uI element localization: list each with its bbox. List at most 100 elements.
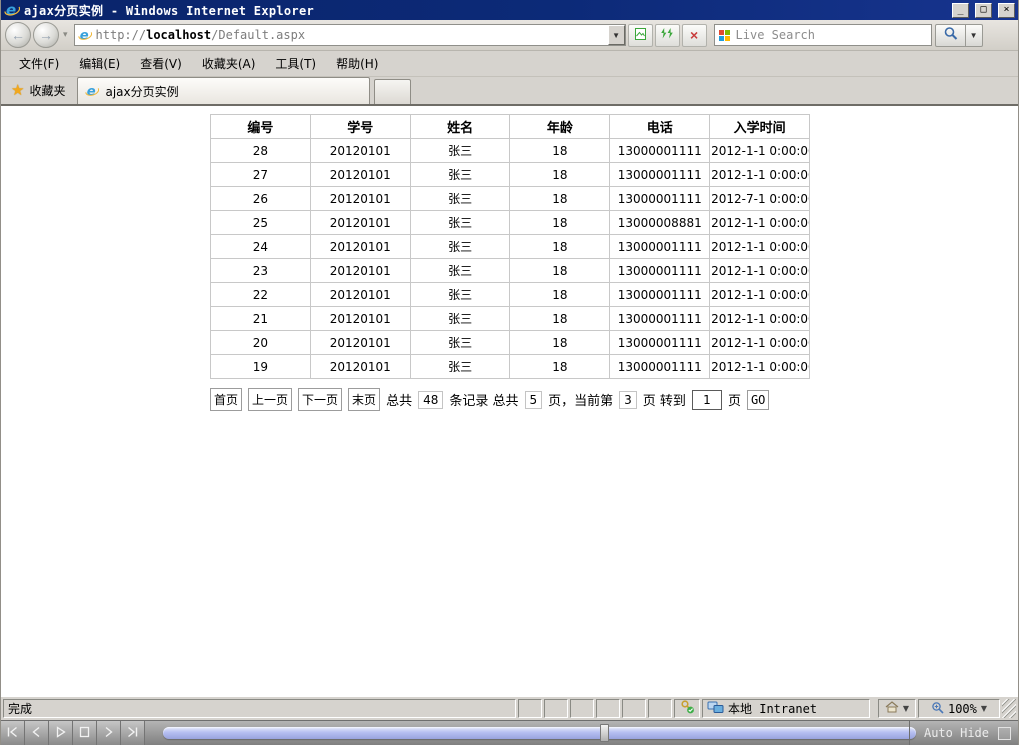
- menu-tools[interactable]: 工具(T): [265, 51, 326, 76]
- go-button[interactable]: GO: [747, 390, 769, 410]
- table-cell: 13000001111: [610, 187, 710, 211]
- header-age: 年龄: [510, 115, 610, 139]
- ie-logo-icon: e: [4, 2, 20, 18]
- status-panel: [544, 699, 568, 718]
- player-first-button[interactable]: [1, 721, 25, 745]
- browser-window: e ajax分页实例 - Windows Internet Explorer _…: [0, 0, 1019, 745]
- menu-bar: 文件(F) 编辑(E) 查看(V) 收藏夹(A) 工具(T) 帮助(H): [1, 51, 1018, 77]
- player-stop-button[interactable]: [73, 721, 97, 745]
- table-cell: 18: [510, 283, 610, 307]
- address-bar[interactable]: e http://localhost/Default.aspx ▼: [74, 24, 626, 46]
- maximize-button[interactable]: □: [975, 3, 992, 18]
- menu-help[interactable]: 帮助(H): [326, 51, 388, 76]
- table-row: 2520120101张三18130000088812012-1-1 0:00:0…: [211, 211, 810, 235]
- stop-icon: ×: [690, 28, 698, 42]
- player-last-button[interactable]: [121, 721, 145, 745]
- scrubber-thumb[interactable]: [600, 724, 609, 742]
- network-icon: [707, 701, 724, 717]
- forward-button[interactable]: →: [33, 22, 59, 48]
- prev-page-button[interactable]: 上一页: [248, 388, 292, 411]
- favorites-tab-bar: ★ 收藏夹 e ajax分页实例: [1, 77, 1018, 106]
- table-cell: 张三: [410, 283, 510, 307]
- pagination-bar: 首页 上一页 下一页 末页 总共 48 条记录 总共 5 页，当前第 3 页 转…: [210, 388, 1018, 411]
- stop-button[interactable]: ×: [682, 24, 707, 47]
- table-cell: 20120101: [310, 139, 410, 163]
- first-page-button[interactable]: 首页: [210, 388, 242, 411]
- refresh-button[interactable]: [655, 24, 680, 47]
- menu-favorites[interactable]: 收藏夹(A): [192, 51, 266, 76]
- status-bar: 完成 本地 Intranet ▼ 100% ▼: [1, 696, 1018, 720]
- window-title: ajax分页实例 - Windows Internet Explorer: [24, 2, 946, 19]
- player-next-button[interactable]: [97, 721, 121, 745]
- table-cell: 24: [211, 235, 311, 259]
- stop-square-icon: [78, 726, 91, 741]
- svg-text:e: e: [87, 84, 96, 98]
- player-scrubber[interactable]: [163, 727, 916, 739]
- status-panel: [596, 699, 620, 718]
- last-page-button[interactable]: 末页: [348, 388, 380, 411]
- search-options-dropdown[interactable]: ▼: [966, 24, 983, 47]
- table-cell: 13000001111: [610, 355, 710, 379]
- search-box[interactable]: Live Search: [714, 24, 932, 46]
- auto-hide-group: Auto Hide: [909, 721, 1018, 745]
- table-cell: 张三: [410, 259, 510, 283]
- goto-label: 页 转到: [643, 390, 686, 409]
- house-lock-icon: [885, 701, 899, 716]
- menu-view[interactable]: 查看(V): [130, 51, 192, 76]
- minimize-button[interactable]: _: [952, 3, 969, 18]
- table-cell: 13000001111: [610, 283, 710, 307]
- url-scheme: http://: [96, 28, 147, 42]
- url-path: /Default.aspx: [211, 28, 305, 42]
- students-table: 编号 学号 姓名 年龄 电话 入学时间 2820120101张三18130000…: [210, 114, 810, 379]
- menu-file[interactable]: 文件(F): [9, 51, 69, 76]
- player-play-button[interactable]: [49, 721, 73, 745]
- forward-arrow-icon: →: [39, 27, 53, 43]
- resize-grip[interactable]: [1002, 699, 1016, 718]
- favorites-button[interactable]: ★ 收藏夹: [7, 77, 77, 104]
- next-page-button[interactable]: 下一页: [298, 388, 342, 411]
- tab-title: ajax分页实例: [105, 83, 178, 100]
- auto-hide-checkbox[interactable]: [998, 727, 1011, 740]
- table-cell: 20120101: [310, 235, 410, 259]
- new-tab-button[interactable]: [374, 79, 411, 104]
- table-cell: 13000001111: [610, 331, 710, 355]
- table-cell: 18: [510, 235, 610, 259]
- zone-settings-dropdown[interactable]: ▼: [878, 699, 916, 718]
- table-cell: 20120101: [310, 211, 410, 235]
- table-cell: 张三: [410, 211, 510, 235]
- table-cell: 13000001111: [610, 307, 710, 331]
- search-placeholder: Live Search: [736, 28, 815, 42]
- zoom-control[interactable]: 100% ▼: [918, 699, 1000, 718]
- table-cell: 18: [510, 307, 610, 331]
- header-id: 编号: [211, 115, 311, 139]
- svg-text:e: e: [6, 2, 16, 18]
- menu-edit[interactable]: 编辑(E): [69, 51, 130, 76]
- table-cell: 23: [211, 259, 311, 283]
- table-cell: 28: [211, 139, 311, 163]
- tab-active[interactable]: e ajax分页实例: [77, 77, 370, 104]
- table-cell: 18: [510, 139, 610, 163]
- total-prefix-label: 总共: [386, 390, 412, 409]
- records-label: 条记录 总共: [449, 390, 518, 409]
- zoom-magnifier-icon: [931, 701, 944, 717]
- goto-page-input[interactable]: [692, 390, 722, 410]
- status-panel: [570, 699, 594, 718]
- history-dropdown-icon[interactable]: ▾: [63, 30, 68, 40]
- address-dropdown-button[interactable]: ▼: [608, 25, 625, 45]
- total-records-value: 48: [418, 391, 443, 409]
- table-cell: 2012-1-1 0:00:00: [710, 235, 810, 259]
- search-button[interactable]: [935, 24, 966, 47]
- table-cell: 20120101: [310, 283, 410, 307]
- table-cell: 19: [211, 355, 311, 379]
- zone-label: 本地 Intranet: [728, 700, 817, 717]
- player-prev-button[interactable]: [25, 721, 49, 745]
- table-cell: 2012-1-1 0:00:00: [710, 283, 810, 307]
- table-cell: 20120101: [310, 307, 410, 331]
- go-button-toolbar[interactable]: [628, 24, 653, 47]
- windows-flag-icon: [719, 30, 730, 41]
- table-cell: 2012-7-1 0:00:00: [710, 187, 810, 211]
- url-host: localhost: [146, 28, 211, 42]
- close-button[interactable]: ×: [998, 3, 1015, 18]
- back-button[interactable]: ←: [5, 22, 31, 48]
- table-cell: 25: [211, 211, 311, 235]
